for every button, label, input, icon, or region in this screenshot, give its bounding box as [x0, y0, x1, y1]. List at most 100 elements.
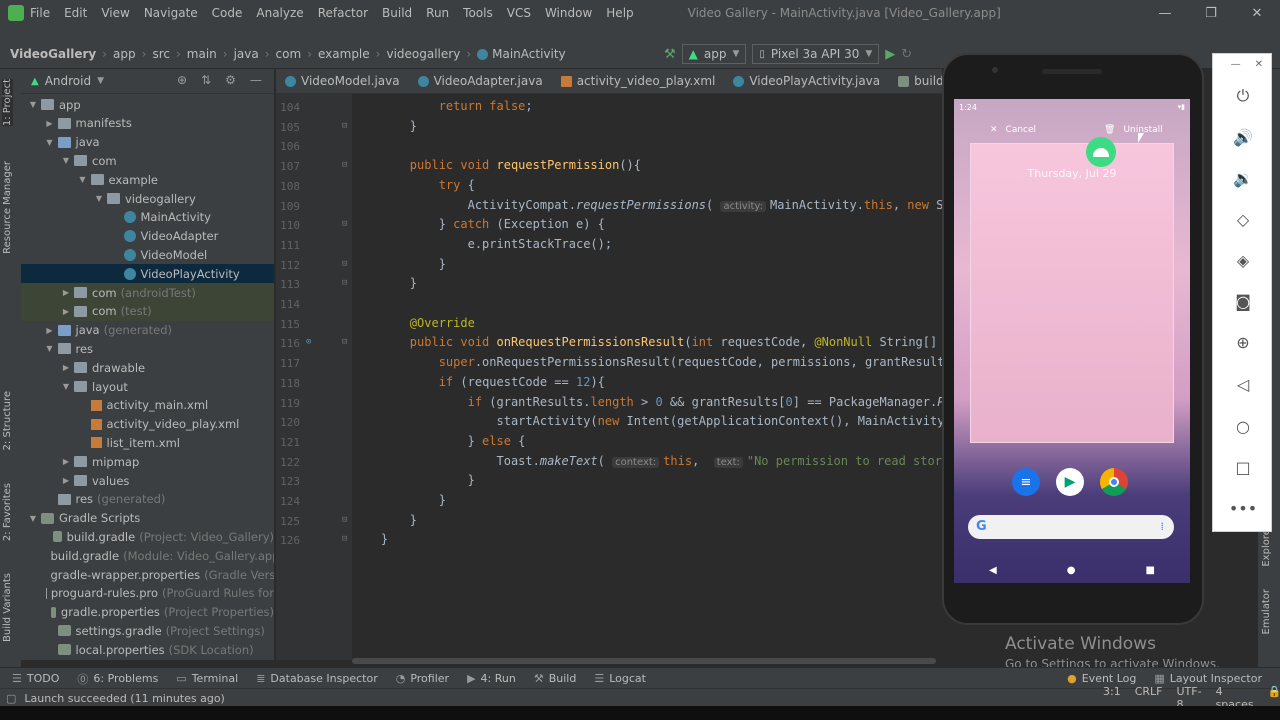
- breadcrumb-item[interactable]: java: [234, 47, 259, 61]
- apply-changes-icon[interactable]: ↻: [901, 47, 912, 62]
- tree-item[interactable]: ▼ layout: [21, 377, 274, 396]
- tree-item[interactable]: ▶ com (test): [21, 301, 274, 321]
- home-icon[interactable]: ○: [1231, 414, 1255, 438]
- code-editor[interactable]: return false; } public void requestPermi…: [352, 94, 942, 660]
- resource-manager-tool-tab[interactable]: Resource Manager: [2, 161, 13, 254]
- emulator-screen[interactable]: 1:24 ▾▮ ✕ Cancel 🗑 Uninstall Thursday, J…: [954, 99, 1190, 583]
- tree-item[interactable]: ▼ com: [21, 151, 274, 170]
- gear-icon[interactable]: ⚙: [225, 73, 236, 87]
- breadcrumb-item[interactable]: example: [318, 47, 370, 61]
- tree-item[interactable]: ▶ drawable: [21, 358, 274, 377]
- home-icon[interactable]: ●: [1067, 565, 1076, 576]
- fold-marker-icon[interactable]: ⊟: [342, 515, 347, 525]
- tree-item[interactable]: res (generated): [21, 490, 274, 509]
- chevron-right-icon[interactable]: ▶: [60, 288, 72, 297]
- tree-item[interactable]: ▶ mipmap: [21, 452, 274, 471]
- tool-window-database-inspector[interactable]: ≣ Database Inspector: [256, 672, 378, 685]
- tree-item[interactable]: build.gradle (Module: Video_Gallery.app): [21, 546, 275, 565]
- menu-item-navigate[interactable]: Navigate: [144, 6, 198, 20]
- menu-item-refactor[interactable]: Refactor: [318, 6, 368, 20]
- override-marker-icon[interactable]: ⊙: [306, 337, 311, 347]
- editor-tab[interactable]: build.gradle: [889, 69, 944, 93]
- volume-up-icon[interactable]: 🔊: [1231, 125, 1255, 149]
- emulator-tool-tab[interactable]: Emulator: [1261, 589, 1272, 634]
- editor-horizontal-scrollbar[interactable]: [352, 658, 936, 664]
- menu-item-vcs[interactable]: VCS: [507, 6, 531, 20]
- editor-tab[interactable]: activity_video_play.xml: [552, 69, 725, 93]
- chrome-app-icon[interactable]: [1100, 468, 1128, 496]
- favorites-tool-tab[interactable]: 2: Favorites: [2, 483, 13, 541]
- menu-item-edit[interactable]: Edit: [64, 6, 87, 20]
- menu-item-build[interactable]: Build: [382, 6, 412, 20]
- play-store-app-icon[interactable]: ▶: [1056, 468, 1084, 496]
- tree-item[interactable]: activity_video_play.xml: [21, 415, 274, 434]
- tool-window-logcat[interactable]: ☰ Logcat: [594, 672, 646, 685]
- tool-window--run[interactable]: ▶ 4: Run: [467, 672, 516, 685]
- tree-item[interactable]: ▼ Gradle Scripts: [21, 509, 274, 528]
- project-tool-tab[interactable]: 1: Project: [2, 79, 13, 127]
- tree-item[interactable]: gradle-wrapper.properties(Gradle Versio: [21, 565, 275, 584]
- menu-item-help[interactable]: Help: [606, 6, 633, 20]
- run-icon[interactable]: ▶: [885, 47, 895, 62]
- menu-item-file[interactable]: File: [30, 6, 50, 20]
- tree-item[interactable]: MainActivity: [21, 208, 274, 227]
- breadcrumb-item[interactable]: main: [187, 47, 217, 61]
- rotate-left-icon[interactable]: ◇: [1231, 207, 1255, 231]
- breadcrumb-item[interactable]: VideoGallery: [10, 47, 96, 61]
- minimize-icon[interactable]: —: [1142, 6, 1188, 21]
- fold-marker-icon[interactable]: ⊟: [342, 219, 347, 229]
- chevron-right-icon[interactable]: ▶: [60, 476, 72, 485]
- device-select[interactable]: ▯ Pixel 3a API 30 ▼: [752, 44, 880, 64]
- tree-item[interactable]: ▼ example: [21, 170, 274, 189]
- editor-tab[interactable]: VideoPlayActivity.java: [724, 69, 889, 93]
- recents-icon[interactable]: ■: [1146, 565, 1155, 576]
- hide-icon[interactable]: —: [250, 73, 262, 87]
- chevron-down-icon[interactable]: ▼: [60, 382, 72, 391]
- tree-item[interactable]: ▼ java: [21, 133, 274, 152]
- chevron-right-icon[interactable]: ▶: [60, 363, 72, 372]
- tree-item[interactable]: VideoAdapter: [21, 227, 274, 246]
- tree-item[interactable]: list_item.xml: [21, 433, 274, 452]
- back-icon[interactable]: ◀: [989, 565, 997, 576]
- restore-icon[interactable]: ❐: [1188, 6, 1234, 21]
- tree-item[interactable]: VideoModel: [21, 245, 274, 264]
- build-variants-tool-tab[interactable]: Build Variants: [2, 573, 13, 642]
- close-icon[interactable]: ✕: [1255, 59, 1263, 70]
- tree-item[interactable]: ▶ manifests: [21, 114, 274, 133]
- tree-item[interactable]: ▼ app: [21, 95, 274, 114]
- fold-marker-icon[interactable]: ⊟: [342, 278, 347, 288]
- breadcrumb-item[interactable]: com: [276, 47, 302, 61]
- chevron-down-icon[interactable]: ▼: [60, 156, 72, 165]
- menu-item-tools[interactable]: Tools: [463, 6, 493, 20]
- breadcrumb-item[interactable]: videogallery: [386, 47, 460, 61]
- menu-item-code[interactable]: Code: [212, 6, 243, 20]
- tool-window--problems[interactable]: ⓪ 6: Problems: [77, 671, 158, 687]
- assistant-icon[interactable]: ⁞: [1161, 520, 1165, 533]
- tree-item[interactable]: settings.gradle (Project Settings): [21, 621, 274, 640]
- breadcrumb-item[interactable]: app: [113, 47, 136, 61]
- overview-icon[interactable]: □: [1231, 455, 1255, 479]
- chevron-down-icon[interactable]: ▼: [44, 138, 56, 147]
- chevron-right-icon[interactable]: ▶: [44, 326, 56, 335]
- power-icon[interactable]: ⏻: [1231, 84, 1255, 108]
- hammer-icon[interactable]: ⚒: [664, 47, 676, 62]
- tree-item[interactable]: ▼ res: [21, 339, 274, 358]
- chevron-down-icon[interactable]: ▼: [27, 514, 39, 523]
- messages-app-icon[interactable]: ≡: [1012, 468, 1040, 496]
- back-icon[interactable]: ◁: [1231, 372, 1255, 396]
- dragged-app-icon[interactable]: [1086, 137, 1116, 167]
- chevron-down-icon[interactable]: ▼: [77, 175, 89, 184]
- project-view-select[interactable]: Android: [45, 74, 91, 88]
- uninstall-drop-target[interactable]: 🗑 Uninstall: [1104, 125, 1163, 135]
- tree-item[interactable]: build.gradle (Project: Video_Gallery): [21, 527, 274, 546]
- tree-item[interactable]: ▶ values: [21, 471, 274, 490]
- minimize-icon[interactable]: —: [1231, 59, 1241, 70]
- chevron-right-icon[interactable]: ▶: [60, 307, 72, 316]
- chevron-down-icon[interactable]: ▼: [93, 194, 105, 203]
- camera-icon[interactable]: ◙: [1231, 289, 1255, 313]
- fold-marker-icon[interactable]: ⊟: [342, 121, 347, 131]
- volume-down-icon[interactable]: 🔉: [1231, 166, 1255, 190]
- fold-marker-icon[interactable]: ⊟: [342, 259, 347, 269]
- menu-item-analyze[interactable]: Analyze: [256, 6, 303, 20]
- tree-item[interactable]: ▶ java (generated): [21, 321, 274, 340]
